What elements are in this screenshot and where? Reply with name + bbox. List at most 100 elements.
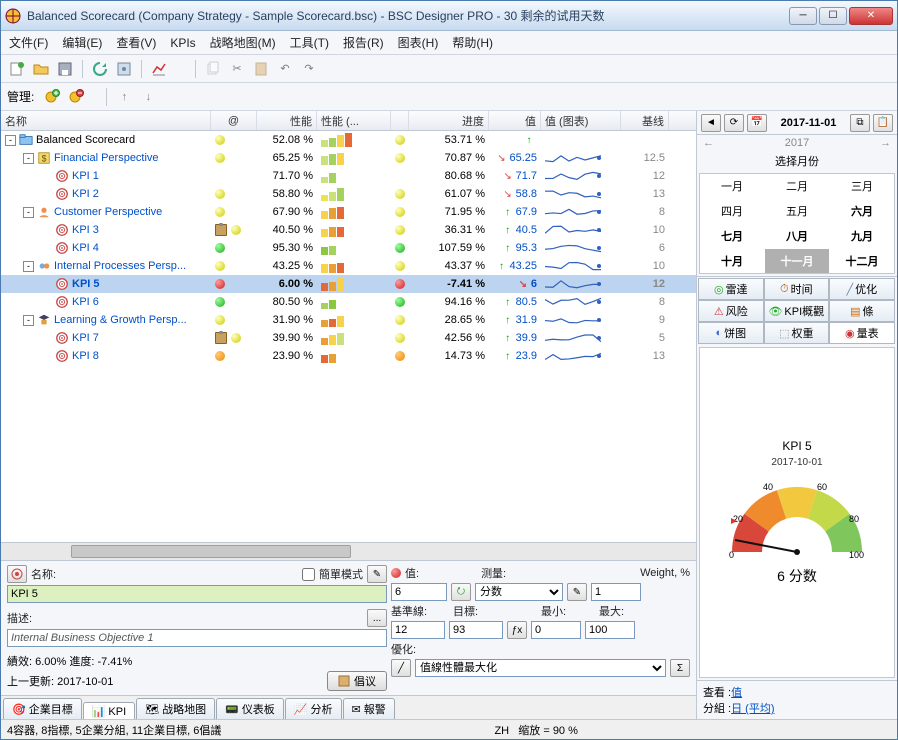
table-row[interactable]: KPI 739.90 %42.56 %↑39.95 bbox=[1, 329, 696, 347]
cut-icon[interactable]: ✂ bbox=[227, 59, 247, 79]
target-input[interactable] bbox=[449, 621, 503, 639]
menu-item[interactable]: 编辑(E) bbox=[62, 34, 102, 51]
col-at[interactable]: @ bbox=[211, 111, 257, 130]
chart-tab[interactable]: ▤條 bbox=[829, 300, 895, 322]
menu-item[interactable]: 工具(T) bbox=[290, 34, 329, 51]
save-icon[interactable] bbox=[55, 59, 75, 79]
row-label[interactable]: Financial Perspective bbox=[54, 152, 159, 164]
weight-input[interactable] bbox=[591, 583, 641, 601]
minimize-button[interactable]: ─ bbox=[789, 7, 817, 25]
opt-select[interactable]: 值線性體最大化 bbox=[415, 659, 666, 677]
value-input[interactable] bbox=[391, 583, 447, 601]
h-scrollbar[interactable] bbox=[1, 542, 696, 560]
menu-item[interactable]: 报告(R) bbox=[343, 34, 384, 51]
month-cell[interactable]: 四月 bbox=[700, 199, 764, 223]
copy-icon[interactable] bbox=[203, 59, 223, 79]
row-label[interactable]: KPI 6 bbox=[72, 296, 99, 308]
opt-sum-icon[interactable]: Σ bbox=[670, 659, 690, 677]
tree-toggle[interactable]: - bbox=[23, 207, 34, 218]
month-cell[interactable]: 二月 bbox=[765, 174, 829, 198]
menu-item[interactable]: 帮助(H) bbox=[452, 34, 493, 51]
row-label[interactable]: Learning & Growth Persp... bbox=[54, 314, 187, 326]
row-label[interactable]: KPI 8 bbox=[72, 350, 99, 362]
month-cell[interactable]: 一月 bbox=[700, 174, 764, 198]
menu-item[interactable]: 文件(F) bbox=[9, 34, 48, 51]
table-row[interactable]: -$Financial Perspective65.25 %70.87 %↘65… bbox=[1, 149, 696, 167]
chart-tab[interactable]: ⚠风险 bbox=[698, 300, 764, 322]
tree-toggle[interactable]: - bbox=[5, 135, 16, 146]
name-input[interactable] bbox=[7, 585, 387, 603]
chart-tab[interactable]: ◉量表 bbox=[829, 322, 895, 344]
remove-item-icon[interactable] bbox=[66, 87, 86, 107]
row-label[interactable]: KPI 3 bbox=[72, 224, 99, 236]
simple-mode-checkbox[interactable] bbox=[302, 568, 315, 581]
row-label[interactable]: KPI 7 bbox=[72, 332, 99, 344]
tree-toggle[interactable]: - bbox=[23, 315, 34, 326]
month-cell[interactable]: 九月 bbox=[830, 224, 894, 248]
row-label[interactable]: Customer Perspective bbox=[54, 206, 162, 218]
row-label[interactable]: Internal Processes Persp... bbox=[54, 260, 186, 272]
date-copy-icon[interactable]: ⧉ bbox=[850, 114, 870, 132]
table-row[interactable]: -Learning & Growth Persp...31.90 %28.65 … bbox=[1, 311, 696, 329]
value-link-icon[interactable]: ⭮ bbox=[451, 583, 471, 601]
tab-1[interactable]: 📊KPI bbox=[83, 702, 135, 719]
baseline-input[interactable] bbox=[391, 621, 445, 639]
row-label[interactable]: KPI 1 bbox=[72, 170, 99, 182]
date-cal2-icon[interactable]: 📋 bbox=[873, 114, 893, 132]
row-label[interactable]: KPI 2 bbox=[72, 188, 99, 200]
col-base[interactable]: 基线 bbox=[621, 111, 669, 130]
desc-more-button[interactable]: ... bbox=[367, 609, 387, 627]
table-row[interactable]: KPI 56.00 %-7.41 %↘612 bbox=[1, 275, 696, 293]
undo-icon[interactable]: ↶ bbox=[275, 59, 295, 79]
chart-tab[interactable]: ╱优化 bbox=[829, 278, 895, 300]
minmax-fx-icon[interactable]: ƒx bbox=[507, 621, 527, 639]
open-icon[interactable] bbox=[31, 59, 51, 79]
menu-item[interactable]: KPIs bbox=[170, 36, 195, 50]
table-row[interactable]: KPI 340.50 %36.31 %↑40.510 bbox=[1, 221, 696, 239]
tab-4[interactable]: 📈分析 bbox=[285, 698, 342, 719]
table-row[interactable]: KPI 495.30 %107.59 %↑95.36 bbox=[1, 239, 696, 257]
menu-item[interactable]: 图表(H) bbox=[398, 34, 439, 51]
desc-input[interactable] bbox=[7, 629, 387, 647]
move-up-icon[interactable]: ↑ bbox=[114, 87, 134, 107]
tab-0[interactable]: 🎯企業目標 bbox=[3, 698, 82, 719]
table-row[interactable]: -Customer Perspective67.90 %71.95 %↑67.9… bbox=[1, 203, 696, 221]
month-cell[interactable]: 十一月 bbox=[765, 249, 829, 273]
min-input[interactable] bbox=[531, 621, 581, 639]
measure-select[interactable]: 分数 bbox=[475, 583, 563, 601]
new-icon[interactable] bbox=[7, 59, 27, 79]
col-perf[interactable]: 性能 bbox=[257, 111, 317, 130]
chart-tab[interactable]: ⬚权重 bbox=[764, 322, 830, 344]
measure-edit-icon[interactable]: ✎ bbox=[567, 583, 587, 601]
table-row[interactable]: KPI 680.50 %94.16 %↑80.58 bbox=[1, 293, 696, 311]
tab-2[interactable]: 🗺战略地图 bbox=[136, 698, 215, 719]
chart-tab[interactable]: ◐饼图 bbox=[698, 322, 764, 344]
chart-icon[interactable] bbox=[149, 59, 169, 79]
name-edit-icon[interactable]: ✎ bbox=[367, 565, 387, 583]
redo-icon[interactable]: ↷ bbox=[299, 59, 319, 79]
table-row[interactable]: -Internal Processes Persp...43.25 %43.37… bbox=[1, 257, 696, 275]
add-item-icon[interactable] bbox=[42, 87, 62, 107]
group-link[interactable]: 日 (平均) bbox=[731, 703, 774, 715]
date-prev-icon[interactable]: ◄ bbox=[701, 114, 721, 132]
grid-body[interactable]: -Balanced Scorecard52.08 %53.71 %↑-$Fina… bbox=[1, 131, 696, 542]
table-row[interactable]: KPI 823.90 %14.73 %↑23.913 bbox=[1, 347, 696, 365]
year-prev[interactable]: ← bbox=[703, 137, 714, 149]
opt-chart-icon[interactable]: ╱ bbox=[391, 659, 411, 677]
tree-toggle[interactable]: - bbox=[23, 153, 34, 164]
table-row[interactable]: -Balanced Scorecard52.08 %53.71 %↑ bbox=[1, 131, 696, 149]
refresh-icon[interactable] bbox=[90, 59, 110, 79]
tab-5[interactable]: ✉報警 bbox=[343, 698, 395, 719]
max-input[interactable] bbox=[585, 621, 635, 639]
maximize-button[interactable]: ☐ bbox=[819, 7, 847, 25]
date-reload-icon[interactable]: ⟳ bbox=[724, 114, 744, 132]
settings-icon[interactable] bbox=[114, 59, 134, 79]
move-down-icon[interactable]: ↓ bbox=[138, 87, 158, 107]
date-cal-icon[interactable]: 📅 bbox=[747, 114, 767, 132]
month-cell[interactable]: 五月 bbox=[765, 199, 829, 223]
month-cell[interactable]: 七月 bbox=[700, 224, 764, 248]
month-cell[interactable]: 八月 bbox=[765, 224, 829, 248]
initiative-button[interactable]: 倡议 bbox=[327, 671, 387, 691]
chart-tab[interactable]: 👁KPI概觀 bbox=[764, 300, 830, 322]
month-cell[interactable]: 三月 bbox=[830, 174, 894, 198]
